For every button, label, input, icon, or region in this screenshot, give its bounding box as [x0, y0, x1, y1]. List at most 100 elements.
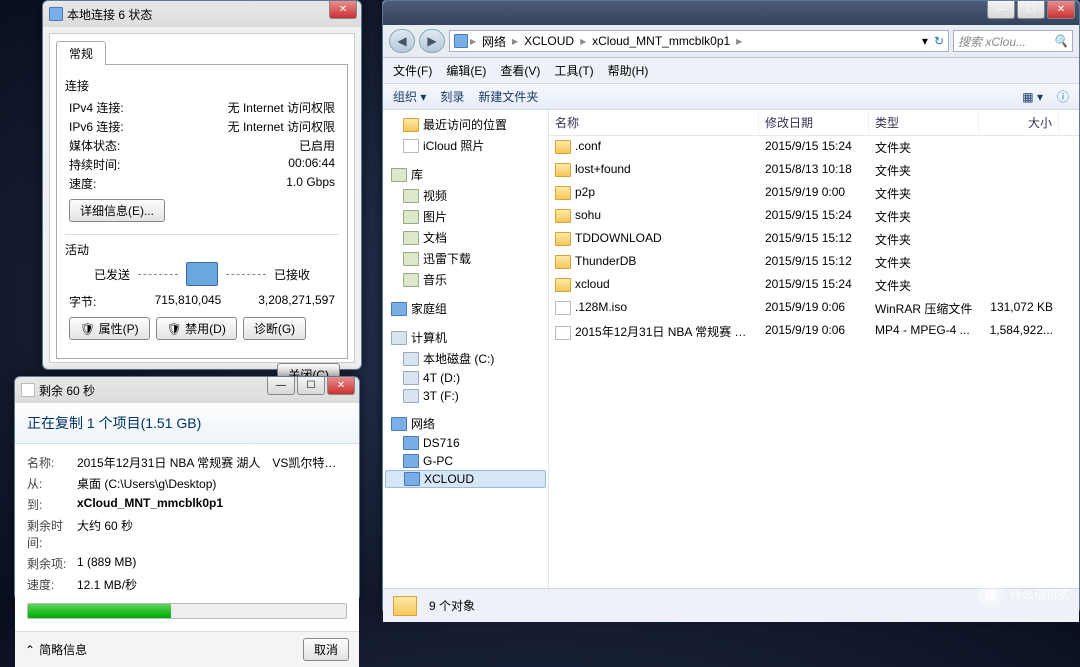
media-value: 已启用 [299, 137, 335, 154]
view-button[interactable]: ▦ ▾ [1022, 90, 1043, 104]
tree-drive-f[interactable]: 3T (F:) [385, 387, 546, 405]
menu-edit[interactable]: 编辑(E) [446, 62, 486, 79]
file-row[interactable]: ThunderDB2015/9/15 15:12文件夹 [549, 251, 1079, 274]
breadcrumb[interactable]: ▸ 网络▸ XCLOUD▸ xCloud_MNT_mmcblk0p1▸ ▾ ↻ [449, 30, 949, 52]
titlebar[interactable]: 本地连接 6 状态 ✕ [43, 1, 361, 27]
menu-view[interactable]: 查看(V) [500, 62, 540, 79]
activity-diagram: 已发送 已接收 [65, 262, 339, 286]
tree-drive-c[interactable]: 本地磁盘 (C:) [385, 348, 546, 369]
menu-help[interactable]: 帮助(H) [608, 62, 649, 79]
column-headers[interactable]: 名称 修改日期 类型 大小 [549, 110, 1079, 136]
properties-button[interactable]: 🛡 属性(P) [69, 317, 150, 340]
minimize-button[interactable]: — [267, 377, 295, 395]
file-row[interactable]: sohu2015/9/15 15:24文件夹 [549, 205, 1079, 228]
ipv4-value: 无 Internet 访问权限 [228, 99, 335, 116]
tree-video[interactable]: 视频 [385, 185, 546, 206]
tree-xcloud[interactable]: XCLOUD [385, 470, 546, 488]
titlebar[interactable]: — ☐ ✕ [383, 1, 1079, 25]
help-icon[interactable]: ⓘ [1057, 88, 1069, 105]
remain-label: 剩余时间: [27, 517, 77, 551]
tree-network[interactable]: 网络 [385, 413, 546, 434]
explorer-window: — ☐ ✕ ◀ ▶ ▸ 网络▸ XCLOUD▸ xCloud_MNT_mmcbl… [382, 0, 1080, 613]
col-date[interactable]: 修改日期 [759, 110, 869, 135]
forward-button[interactable]: ▶ [419, 29, 445, 53]
drive-icon [403, 389, 419, 403]
tree-ds716[interactable]: DS716 [385, 434, 546, 452]
file-row[interactable]: lost+found2015/8/13 10:18文件夹 [549, 159, 1079, 182]
network-icon [391, 417, 407, 431]
tree-pics[interactable]: 图片 [385, 206, 546, 227]
minimize-button[interactable]: — [987, 1, 1015, 19]
search-icon: 🔍 [1053, 34, 1068, 48]
dropdown-icon[interactable]: ▾ [922, 34, 928, 48]
status-text: 9 个对象 [429, 597, 475, 614]
cancel-button[interactable]: 取消 [303, 638, 349, 661]
file-row[interactable]: .128M.iso2015/9/19 0:06WinRAR 压缩文件131,07… [549, 297, 1079, 320]
crumb-xcloud[interactable]: XCLOUD [520, 34, 578, 48]
close-button[interactable]: ✕ [327, 377, 355, 395]
maximize-button[interactable]: ☐ [297, 377, 325, 395]
tab-general[interactable]: 常规 [56, 41, 106, 65]
recv-label: 已接收 [274, 266, 310, 283]
tree-icloud[interactable]: iCloud 照片 [385, 135, 546, 156]
items-value: 1 (889 MB) [77, 555, 347, 572]
back-button[interactable]: ◀ [389, 29, 415, 53]
folder-icon [555, 232, 571, 246]
name-label: 名称: [27, 454, 77, 471]
video-icon [403, 189, 419, 203]
tree-drive-d[interactable]: 4T (D:) [385, 369, 546, 387]
file-list[interactable]: 名称 修改日期 类型 大小 .conf2015/9/15 15:24文件夹los… [549, 110, 1079, 588]
menu-file[interactable]: 文件(F) [393, 62, 432, 79]
recv-bytes: 3,208,271,597 [237, 293, 335, 310]
media-label: 媒体状态: [69, 137, 139, 154]
crumb-network[interactable]: 网络 [478, 33, 510, 50]
window-title: 本地连接 6 状态 [63, 6, 355, 23]
to-label: 到: [27, 496, 77, 513]
file-row[interactable]: 2015年12月31日 NBA 常规赛 湖人 V...2015/9/19 0:0… [549, 320, 1079, 343]
pics-icon [403, 210, 419, 224]
organize-button[interactable]: 组织 ▾ [393, 88, 426, 105]
copy-header: 正在复制 1 个项目(1.51 GB) [15, 403, 359, 444]
refresh-icon[interactable]: ↻ [934, 34, 944, 48]
xunlei-icon [403, 252, 419, 266]
col-size[interactable]: 大小 [979, 110, 1059, 135]
tree-home[interactable]: 家庭组 [385, 298, 546, 319]
tree-music[interactable]: 音乐 [385, 269, 546, 290]
from-label: 从: [27, 475, 77, 492]
search-input[interactable]: 搜索 xClou...🔍 [953, 30, 1073, 52]
disable-button[interactable]: 🛡 禁用(D) [156, 317, 237, 340]
items-label: 剩余项: [27, 555, 77, 572]
crumb-folder[interactable]: xCloud_MNT_mmcblk0p1 [588, 34, 734, 48]
newfolder-button[interactable]: 新建文件夹 [478, 88, 538, 105]
tree-recent[interactable]: 最近访问的位置 [385, 114, 546, 135]
tree-computer[interactable]: 计算机 [385, 327, 546, 348]
cspeed-value: 12.1 MB/秒 [77, 576, 347, 593]
menu-tools[interactable]: 工具(T) [554, 62, 593, 79]
titlebar[interactable]: 剩余 60 秒 — ☐ ✕ [15, 377, 359, 403]
file-row[interactable]: xcloud2015/9/15 15:24文件夹 [549, 274, 1079, 297]
tree-libs[interactable]: 库 [385, 164, 546, 185]
close-button[interactable]: ✕ [329, 1, 357, 19]
file-row[interactable]: p2p2015/9/19 0:00文件夹 [549, 182, 1079, 205]
file-row[interactable]: TDDOWNLOAD2015/9/15 15:12文件夹 [549, 228, 1079, 251]
col-type[interactable]: 类型 [869, 110, 979, 135]
ipv4-label: IPv4 连接: [69, 99, 139, 116]
burn-button[interactable]: 刻录 [440, 88, 464, 105]
nav-tree[interactable]: 最近访问的位置 iCloud 照片 库 视频 图片 文档 迅雷下载 音乐 家庭组… [383, 110, 549, 588]
sent-label: 已发送 [94, 266, 130, 283]
duration-label: 持续时间: [69, 156, 139, 173]
col-name[interactable]: 名称 [549, 110, 759, 135]
maximize-button[interactable]: ☐ [1017, 1, 1045, 19]
duration-value: 00:06:44 [288, 156, 335, 173]
details-button[interactable]: 详细信息(E)... [69, 199, 165, 222]
tree-docs[interactable]: 文档 [385, 227, 546, 248]
tree-xunlei[interactable]: 迅雷下载 [385, 248, 546, 269]
tree-gpc[interactable]: G-PC [385, 452, 546, 470]
file-row[interactable]: .conf2015/9/15 15:24文件夹 [549, 136, 1079, 159]
from-value: 桌面 (C:\Users\g\Desktop) [77, 475, 347, 492]
diagnose-button[interactable]: 诊断(G) [243, 317, 306, 340]
toggle-details-button[interactable]: ⌃简略信息 [25, 641, 87, 658]
pc-icon [404, 472, 420, 486]
close-button[interactable]: ✕ [1047, 1, 1075, 19]
sent-bytes: 715,810,045 [139, 293, 237, 310]
